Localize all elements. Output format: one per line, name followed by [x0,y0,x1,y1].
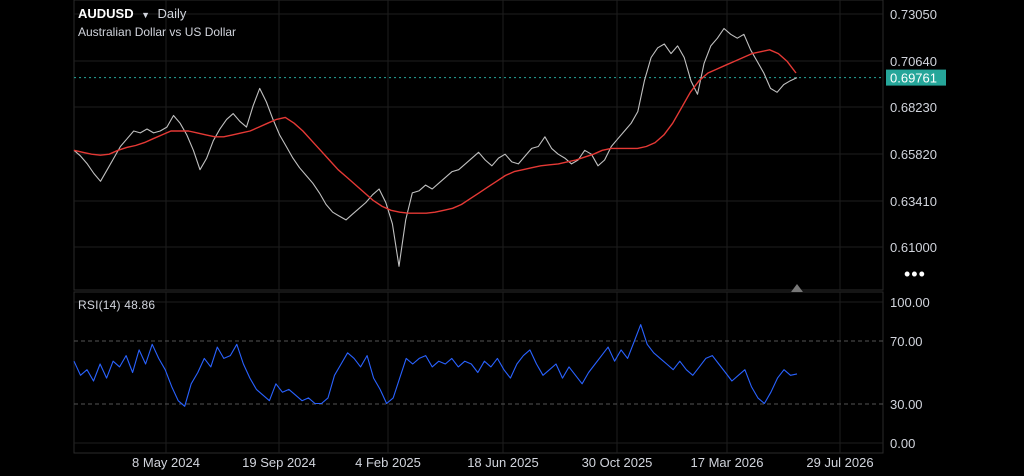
x-tick-label: 19 Sep 2024 [242,455,316,470]
chart-root: 8 May 2024 19 Sep 2024 4 Feb 2025 18 Jun 20… [0,0,1024,471]
timeframe-label[interactable]: Daily [157,6,186,21]
x-tick-label: 18 Jun 2025 [467,455,539,470]
triangle-down-icon[interactable]: ▼ [141,10,150,20]
price-tick-label: 0.63410 [890,194,937,209]
last-price-label: 0.69761 [890,71,937,86]
rsi-series-line [73,324,798,407]
ma-series-line [73,49,797,214]
chart-svg: 8 May 2024 19 Sep 2024 4 Feb 2025 18 Jun 20… [73,0,946,470]
rsi-pane-frame [73,291,884,454]
x-tick-label: 29 Jul 2026 [806,455,873,470]
symbol-label[interactable]: AUDUSD [78,6,134,21]
rsi-tick-label: 70.00 [890,334,923,349]
price-tick-label: 0.73050 [890,7,937,22]
rsi-tick-label: 0.00 [890,436,915,451]
price-tick-label: 0.61000 [890,240,937,255]
rsi-tick-label: 100.00 [890,295,930,310]
x-tick-label: 30 Oct 2025 [582,455,653,470]
rsi-label: RSI(14) 48.86 [78,298,156,312]
price-tick-label: 0.65820 [890,147,937,162]
x-tick-label: 17 Mar 2026 [691,455,764,470]
rsi-tick-label: 30.00 [890,397,923,412]
price-series-line [73,27,798,267]
x-tick-label: 8 May 2024 [132,455,200,470]
x-tick-label: 4 Feb 2025 [355,455,421,470]
chart-header: AUDUSD ▼ Daily Australian Dollar vs US D… [78,5,236,39]
price-tick-label: 0.68230 [890,100,937,115]
triangle-marker-icon [791,284,803,292]
more-dots-icon[interactable]: ••• [904,264,926,285]
price-tick-label: 0.70640 [890,54,937,69]
symbol-description: Australian Dollar vs US Dollar [78,25,237,39]
